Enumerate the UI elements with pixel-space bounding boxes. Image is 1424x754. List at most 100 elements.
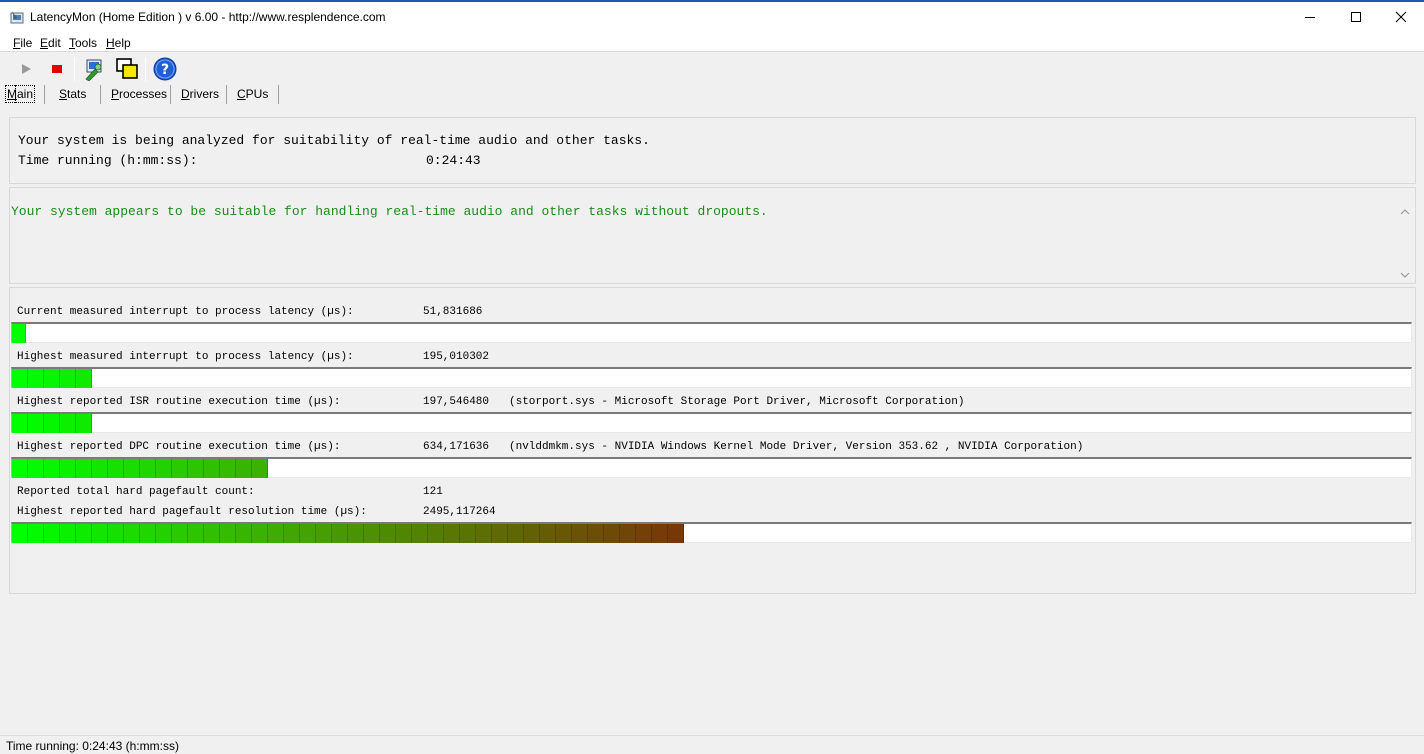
bar-segment <box>44 524 60 543</box>
drivers-tool-icon <box>85 59 102 81</box>
bar-segment <box>252 459 268 478</box>
metric-value: 197,546480 <box>423 396 490 408</box>
bar-segment <box>92 459 108 478</box>
time-running-label: Time running (h:mm:ss): <box>18 153 198 168</box>
bar-segment <box>476 524 492 543</box>
bar-segment <box>12 369 28 388</box>
bar-segment <box>236 459 252 478</box>
scroll-up-icon[interactable] <box>1400 207 1410 217</box>
toolbar-separator <box>74 57 75 81</box>
menu-file[interactable]: File <box>13 36 32 50</box>
metric-label: Highest reported DPC routine execution t… <box>17 441 341 453</box>
bar-segment <box>364 524 380 543</box>
analysis-panel: Your system is being analyzed for suitab… <box>9 117 1416 184</box>
latency-bar-fill <box>12 369 92 388</box>
tab-divider <box>100 85 101 104</box>
bar-segment <box>108 524 124 543</box>
bar-segment <box>44 369 60 388</box>
svg-text:?: ? <box>161 62 169 78</box>
tab-processes[interactable]: Processes <box>111 85 167 104</box>
title-bar: LatencyMon (Home Edition ) v 6.00 - http… <box>0 0 1424 34</box>
stop-icon <box>52 65 62 73</box>
tab-strip: Main Stats Processes Drivers CPUs <box>0 83 1424 105</box>
latency-bar-fill <box>12 524 684 543</box>
bar-segment <box>76 459 92 478</box>
bar-segment <box>204 524 220 543</box>
bar-segment <box>60 414 76 433</box>
bar-segment <box>28 524 44 543</box>
tab-divider <box>44 85 45 104</box>
help-icon: ? <box>153 57 177 81</box>
bar-segment <box>412 524 428 543</box>
bar-segment <box>348 524 364 543</box>
metric-value: 634,171636 <box>423 441 490 453</box>
metric-driver-info: (storport.sys - Microsoft Storage Port D… <box>509 396 965 408</box>
close-button[interactable] <box>1378 2 1424 32</box>
windows-icon <box>116 58 138 79</box>
bar-segment <box>156 459 172 478</box>
bar-segment <box>236 524 252 543</box>
tab-main[interactable]: Main <box>4 85 36 104</box>
bar-segment <box>636 524 652 543</box>
tab-cpus[interactable]: CPUs <box>237 85 268 104</box>
windows-button[interactable] <box>114 56 140 82</box>
bar-segment <box>220 524 236 543</box>
bar-segment <box>76 414 92 433</box>
menu-edit[interactable]: Edit <box>40 36 61 50</box>
minimize-icon <box>1305 17 1315 18</box>
latency-bar-fill <box>12 459 268 478</box>
bar-segment <box>220 459 236 478</box>
tab-stats[interactable]: Stats <box>59 85 86 104</box>
metric-value: 195,010302 <box>423 351 490 363</box>
bar-segment <box>604 524 620 543</box>
close-icon <box>1395 11 1407 23</box>
bar-segment <box>76 369 92 388</box>
bar-segment <box>60 459 76 478</box>
latency-bar-fill <box>12 324 26 343</box>
start-button[interactable] <box>13 56 39 82</box>
toolbar-separator <box>145 57 146 81</box>
verdict-text: Your system appears to be suitable for h… <box>11 204 768 219</box>
bar-segment <box>492 524 508 543</box>
latency-bar-fill <box>12 414 92 433</box>
bar-segment <box>12 459 28 478</box>
minimize-button[interactable] <box>1287 2 1333 32</box>
bar-segment <box>28 459 44 478</box>
bar-segment <box>188 524 204 543</box>
bar-segment <box>140 524 156 543</box>
verdict-panel <box>9 187 1416 284</box>
bar-segment <box>12 524 28 543</box>
bar-segment <box>44 459 60 478</box>
bar-segment <box>108 459 124 478</box>
bar-segment <box>396 524 412 543</box>
latency-bar <box>11 367 1412 388</box>
bar-segment <box>172 459 188 478</box>
metric-label: Highest reported ISR routine execution t… <box>17 396 341 408</box>
drivers-tool-button[interactable] <box>82 56 108 82</box>
status-time-running: Time running: 0:24:43 (h:mm:ss) <box>6 739 179 753</box>
bar-segment <box>60 524 76 543</box>
maximize-icon <box>1351 12 1361 22</box>
help-button[interactable]: ? <box>152 56 178 82</box>
bar-segment <box>524 524 540 543</box>
maximize-button[interactable] <box>1333 2 1379 32</box>
window-title: LatencyMon (Home Edition ) v 6.00 - http… <box>30 10 386 24</box>
scroll-down-icon[interactable] <box>1400 270 1410 280</box>
metric-value: 51,831686 <box>423 306 483 318</box>
menu-help[interactable]: Help <box>106 36 131 50</box>
bar-segment <box>92 524 108 543</box>
bar-segment <box>172 524 188 543</box>
metric-value: 2495,117264 <box>423 506 496 518</box>
latency-bar <box>11 412 1412 433</box>
bar-segment <box>268 524 284 543</box>
time-running-value: 0:24:43 <box>426 153 481 168</box>
stop-button[interactable] <box>44 56 70 82</box>
tab-divider <box>170 85 171 104</box>
menu-tools[interactable]: Tools <box>69 36 97 50</box>
bar-segment <box>28 414 44 433</box>
bar-segment <box>140 459 156 478</box>
bar-segment <box>12 414 28 433</box>
bar-segment <box>332 524 348 543</box>
tab-drivers[interactable]: Drivers <box>181 85 219 104</box>
bar-segment <box>188 459 204 478</box>
